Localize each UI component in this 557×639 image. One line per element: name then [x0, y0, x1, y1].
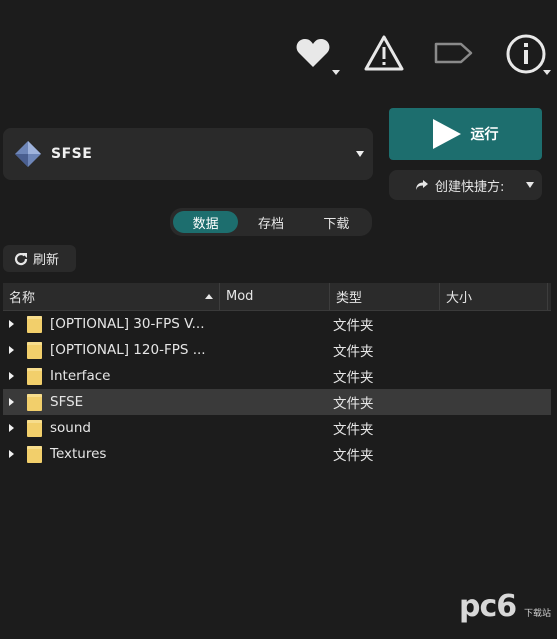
- table-row[interactable]: [OPTIONAL] 30-FPS V... 文件夹: [3, 311, 551, 337]
- table-row[interactable]: sound 文件夹: [3, 415, 551, 441]
- row-name: sound: [50, 420, 91, 436]
- column-header-name[interactable]: 名称: [3, 283, 220, 310]
- table-row[interactable]: Textures 文件夹: [3, 441, 551, 467]
- run-button[interactable]: 运行: [389, 108, 542, 160]
- watermark-subtext: 下载站: [523, 609, 551, 619]
- info-icon[interactable]: [504, 32, 548, 76]
- row-name: Textures: [50, 446, 107, 462]
- watermark-text: pc6: [459, 589, 517, 624]
- column-header-label: 类型: [336, 291, 363, 306]
- folder-icon: [27, 367, 42, 385]
- table-header: 名称 Mod 类型 大小: [3, 283, 551, 311]
- create-shortcut-button[interactable]: 创建快捷方:: [389, 170, 542, 200]
- row-type: 文件夹: [333, 344, 374, 360]
- column-header-type[interactable]: 类型: [330, 283, 440, 310]
- expand-arrow-icon[interactable]: [9, 320, 14, 328]
- tab-bar: 数据 存档 下载: [170, 208, 372, 236]
- watermark-logo: pc6 下载站: [459, 589, 551, 629]
- run-button-label: 运行: [470, 127, 499, 143]
- refresh-label: 刷新: [33, 253, 60, 268]
- row-name: Interface: [50, 368, 111, 384]
- row-name: [OPTIONAL] 120-FPS ...: [50, 342, 206, 358]
- table-row[interactable]: Interface 文件夹: [3, 363, 551, 389]
- refresh-icon: [14, 252, 28, 265]
- refresh-button[interactable]: 刷新: [3, 245, 76, 272]
- folder-icon: [27, 315, 42, 333]
- heart-icon[interactable]: [293, 35, 333, 71]
- table-row[interactable]: [OPTIONAL] 120-FPS ... 文件夹: [3, 337, 551, 363]
- row-type: 文件夹: [333, 370, 374, 386]
- sort-ascending-icon: [205, 294, 213, 299]
- row-name: [OPTIONAL] 30-FPS V...: [50, 316, 205, 332]
- column-header-label: 大小: [446, 291, 473, 306]
- sfse-diamond-icon: [15, 141, 41, 167]
- column-header-mod[interactable]: Mod: [220, 283, 330, 310]
- row-type: 文件夹: [333, 396, 374, 412]
- heart-dropdown-caret[interactable]: [332, 70, 340, 75]
- column-header-label: 名称: [9, 291, 36, 306]
- play-icon: [432, 119, 461, 149]
- expand-arrow-icon[interactable]: [9, 398, 14, 406]
- executable-name: SFSE: [51, 146, 93, 162]
- chevron-down-icon: [356, 151, 364, 157]
- create-shortcut-label: 创建快捷方:: [435, 179, 505, 195]
- table-row-selected[interactable]: SFSE 文件夹: [3, 389, 551, 415]
- column-header-label: Mod: [226, 289, 254, 304]
- column-header-size[interactable]: 大小: [440, 283, 548, 310]
- row-type: 文件夹: [333, 318, 374, 334]
- tab-data[interactable]: 数据: [173, 211, 239, 233]
- row-type: 文件夹: [333, 422, 374, 438]
- tab-saves[interactable]: 存档: [238, 211, 303, 233]
- share-arrow-icon: [416, 180, 428, 190]
- info-dropdown-caret[interactable]: [543, 70, 551, 75]
- folder-icon: [27, 393, 42, 411]
- expand-arrow-icon[interactable]: [9, 450, 14, 458]
- expand-arrow-icon[interactable]: [9, 424, 14, 432]
- folder-icon: [27, 341, 42, 359]
- tab-downloads[interactable]: 下载: [304, 211, 369, 233]
- chevron-down-icon: [526, 182, 534, 188]
- folder-icon: [27, 445, 42, 463]
- tag-icon[interactable]: [432, 38, 476, 68]
- row-type: 文件夹: [333, 448, 374, 464]
- data-table: 名称 Mod 类型 大小 [OPTIONAL] 30-FPS V... 文件夹 …: [3, 283, 551, 467]
- warning-icon[interactable]: [362, 33, 406, 73]
- expand-arrow-icon[interactable]: [9, 346, 14, 354]
- expand-arrow-icon[interactable]: [9, 372, 14, 380]
- executable-select[interactable]: SFSE: [3, 128, 373, 180]
- row-name: SFSE: [50, 394, 84, 410]
- folder-icon: [27, 419, 42, 437]
